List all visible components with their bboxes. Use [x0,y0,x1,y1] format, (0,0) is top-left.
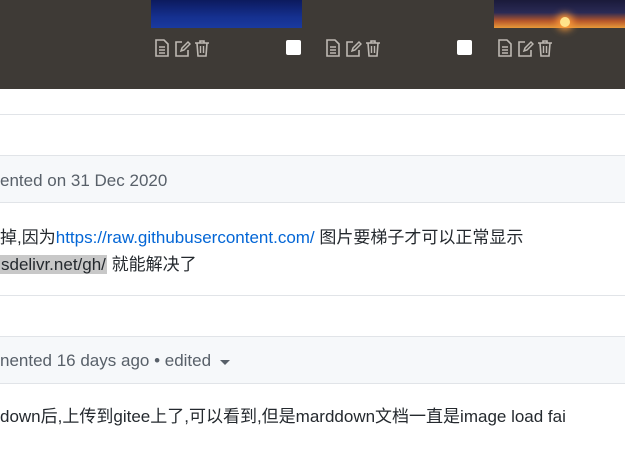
image-select-checkbox[interactable] [286,40,301,55]
sunset-sun-graphic [560,17,570,27]
trash-icon[interactable] [364,38,382,58]
comment-text: 掉,因为 [0,228,56,247]
edit-icon[interactable] [173,38,191,58]
image-actions [153,38,211,58]
image-actions [496,38,554,58]
comment-body-line: sdelivr.net/gh/ 就能解决了 [0,253,197,277]
file-icon[interactable] [324,38,342,58]
image-select-checkbox[interactable] [457,40,472,55]
comment-header: nented 16 days ago • edited [0,336,625,384]
file-icon[interactable] [496,38,514,58]
section-divider [0,114,625,115]
comment-meta: ented on 31 Dec 2020 [0,171,168,190]
comment-header: ented on 31 Dec 2020 [0,155,625,203]
inline-code: sdelivr.net/gh/ [0,255,107,274]
comment-meta: nented 16 days ago • edited [0,351,231,371]
comment-text: 图片要梯子才可以正常显示 [314,228,524,247]
trash-icon[interactable] [536,38,554,58]
chevron-down-icon[interactable] [220,360,231,366]
image-gallery-band [0,0,625,89]
comment-meta-text: nented 16 days ago • edited [0,351,212,370]
edit-icon[interactable] [516,38,534,58]
file-icon[interactable] [153,38,171,58]
comment-body-line: 掉,因为https://raw.githubusercontent.com/ 图… [0,226,523,250]
comment-text: 就能解决了 [106,255,197,274]
edit-icon[interactable] [344,38,362,58]
section-divider [0,295,625,296]
comment-body-line: down后,上传到gitee上了,可以看到,但是marddown文档一直是ima… [0,407,566,426]
image-actions [324,38,382,58]
trash-icon[interactable] [193,38,211,58]
image-thumbnail[interactable] [151,0,302,28]
comment-link[interactable]: https://raw.githubusercontent.com/ [56,228,315,247]
